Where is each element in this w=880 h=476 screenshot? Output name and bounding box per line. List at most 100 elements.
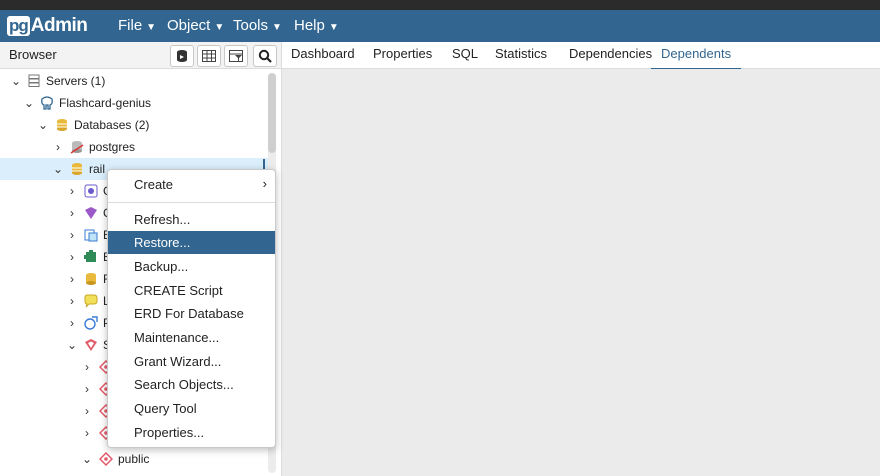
- view-data-button[interactable]: [197, 45, 221, 67]
- search-icon: [258, 49, 272, 63]
- event-trigger-icon: [84, 229, 98, 242]
- menu-item-backup[interactable]: Backup...: [108, 255, 275, 278]
- menu-item-query-tool[interactable]: Query Tool: [108, 397, 275, 420]
- menu-item-erd-for-database[interactable]: ERD For Database: [108, 302, 275, 325]
- chevron-right-icon[interactable]: ›: [81, 382, 93, 396]
- menu-object[interactable]: Object ▼: [167, 10, 224, 42]
- catalogs-icon: [85, 207, 97, 219]
- tab-dashboard[interactable]: Dashboard: [291, 42, 355, 68]
- menu-item-properties[interactable]: Properties...: [108, 421, 275, 444]
- chevron-right-icon[interactable]: ›: [66, 294, 78, 308]
- menu-item-maintenance[interactable]: Maintenance...: [108, 326, 275, 349]
- chevron-down-icon[interactable]: ⌄: [66, 338, 78, 352]
- tree-item-server[interactable]: ⌄ Flashcard-genius: [0, 92, 268, 114]
- menu-item-create[interactable]: Create ›: [108, 173, 275, 196]
- menu-item-refresh[interactable]: Refresh...: [108, 208, 275, 231]
- tree-item-label: Flashcard-genius: [59, 96, 152, 110]
- chevron-down-icon[interactable]: ⌄: [10, 74, 22, 88]
- chevron-down-icon[interactable]: ⌄: [81, 452, 93, 466]
- window-top-strip: [0, 0, 880, 10]
- chevron-down-icon[interactable]: ⌄: [37, 118, 49, 132]
- elephant-icon: [41, 96, 53, 110]
- query-tool-button[interactable]: [170, 45, 194, 67]
- tree-item-label: Databases (2): [74, 118, 150, 132]
- menu-help[interactable]: Help ▼: [294, 10, 339, 42]
- databases-icon: [57, 119, 67, 131]
- casts-icon: [84, 184, 98, 198]
- table-icon: [202, 50, 216, 62]
- tree-item-postgres[interactable]: › postgres: [0, 136, 268, 158]
- menu-item-grant-wizard[interactable]: Grant Wizard...: [108, 350, 275, 373]
- tree-item-label: postgres: [89, 140, 136, 154]
- tree-scrollbar-thumb[interactable]: [268, 73, 276, 153]
- menu-item-label: Create: [134, 177, 174, 192]
- menu-item-create-script[interactable]: CREATE Script: [108, 279, 275, 302]
- tree-item-servers[interactable]: ⌄ Servers (1): [0, 70, 268, 92]
- chevron-right-icon[interactable]: ›: [66, 250, 78, 264]
- menu-object-label: Object: [167, 17, 211, 34]
- chevron-right-icon[interactable]: ›: [81, 404, 93, 418]
- tree-item-label: rail: [89, 162, 106, 176]
- tab-properties[interactable]: Properties: [373, 42, 432, 68]
- publications-icon: [84, 316, 98, 330]
- logo-text: Admin: [30, 15, 88, 36]
- tree-item-label: Servers (1): [46, 74, 106, 88]
- browser-title: Browser: [9, 47, 57, 62]
- menu-item-label: Backup...: [134, 259, 189, 274]
- menu-item-label: Search Objects...: [134, 377, 234, 392]
- menu-item-label: Query Tool: [134, 401, 197, 416]
- menu-item-label: CREATE Script: [134, 283, 223, 298]
- chevron-right-icon[interactable]: ›: [66, 184, 78, 198]
- chevron-right-icon: ›: [262, 176, 267, 191]
- top-navbar: pg Admin File ▼ Object ▼ Tools ▼ Help ▼: [0, 10, 880, 42]
- tab-dependents[interactable]: Dependents: [651, 42, 742, 70]
- database-disconnected-icon: [70, 141, 84, 154]
- tab-statistics[interactable]: Statistics: [495, 42, 547, 68]
- tab-dependencies[interactable]: Dependencies: [569, 42, 652, 68]
- chevron-down-icon: ▼: [272, 22, 282, 33]
- chevron-right-icon[interactable]: ›: [66, 316, 78, 330]
- menu-tools[interactable]: Tools ▼: [233, 10, 282, 42]
- menu-file[interactable]: File ▼: [118, 10, 156, 42]
- menu-item-label: Refresh...: [134, 212, 191, 227]
- search-objects-button[interactable]: [253, 45, 277, 67]
- tree-item-public[interactable]: ⌄ public: [0, 448, 268, 470]
- chevron-down-icon[interactable]: ⌄: [23, 96, 35, 110]
- tree-item-databases[interactable]: ⌄ Databases (2): [0, 114, 268, 136]
- browser-panel-header: Browser: [0, 42, 282, 69]
- chevron-down-icon[interactable]: ⌄: [52, 162, 64, 176]
- menu-tools-label: Tools: [233, 17, 269, 34]
- chevron-down-icon: ▼: [146, 22, 157, 33]
- chevron-right-icon[interactable]: ›: [81, 360, 93, 374]
- menu-item-search-objects[interactable]: Search Objects...: [108, 373, 275, 396]
- chevron-right-icon[interactable]: ›: [66, 272, 78, 286]
- database-icon: [177, 50, 187, 62]
- pgadmin-logo: pg Admin: [7, 14, 88, 38]
- menu-item-label: Maintenance...: [134, 330, 220, 345]
- chevron-right-icon[interactable]: ›: [52, 140, 64, 154]
- chevron-down-icon: ▼: [214, 22, 225, 33]
- chevron-right-icon[interactable]: ›: [81, 426, 93, 440]
- database-icon: [72, 163, 82, 175]
- tab-bar: Dashboard Properties SQL Statistics Depe…: [282, 42, 880, 70]
- menu-item-label: ERD For Database: [134, 306, 244, 321]
- tab-sql[interactable]: SQL: [452, 42, 478, 68]
- logo-box: pg: [7, 16, 30, 36]
- languages-icon: [84, 294, 98, 308]
- servers-icon: [28, 74, 40, 87]
- foreign-data-wrapper-icon: [86, 273, 96, 285]
- chevron-right-icon[interactable]: ›: [66, 228, 78, 242]
- tree-item-label: public: [118, 452, 150, 466]
- tree-item-public-child[interactable]: [0, 470, 268, 476]
- main-content-area: [282, 69, 880, 476]
- context-menu: Create › Refresh... Restore... Backup...…: [107, 169, 276, 448]
- menu-file-label: File: [118, 17, 143, 34]
- menu-item-label: Properties...: [134, 425, 205, 440]
- menu-divider: [108, 202, 275, 203]
- menu-item-restore[interactable]: Restore...: [108, 231, 275, 254]
- schema-icon: [99, 452, 113, 466]
- menu-item-label: Grant Wizard...: [134, 354, 222, 369]
- filter-rows-button[interactable]: [224, 45, 248, 67]
- filter-table-icon: [229, 50, 243, 62]
- chevron-right-icon[interactable]: ›: [66, 206, 78, 220]
